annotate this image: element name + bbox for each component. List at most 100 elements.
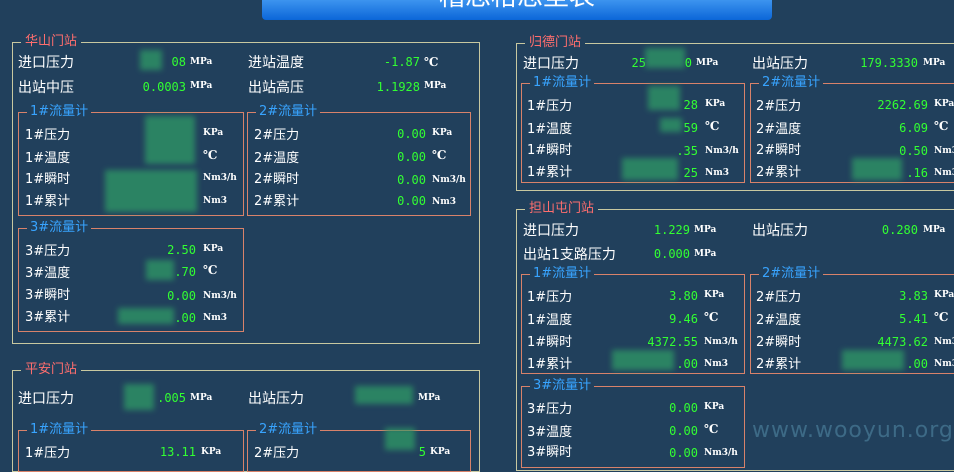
unit-total: Nm3 <box>203 196 228 206</box>
pressure-label: 3#压力 <box>527 402 573 417</box>
total-label: 1#累计 <box>25 194 71 209</box>
flow-value: 0.50 <box>899 144 928 158</box>
unit-flow: Nm3/h <box>705 146 739 156</box>
unit-flow: Nm3/h <box>934 337 954 347</box>
temp-value: 9.46 <box>669 312 698 326</box>
pressure-label: 1#压力 <box>527 290 573 305</box>
temp-label: 1#温度 <box>25 151 71 166</box>
temp-label: 1#温度 <box>527 122 573 137</box>
redacted-block <box>660 118 682 132</box>
flowmeter-title: 2#流量计 <box>759 266 824 282</box>
unit-mpa: MPa <box>190 393 213 403</box>
unit-celsius: ℃ <box>203 148 218 162</box>
flow-value: 0.00 <box>397 173 426 187</box>
inlet-pressure-label: 进口压力 <box>523 223 579 239</box>
pressure-label: 3#压力 <box>25 244 71 259</box>
unit-kpa: KPa <box>203 244 224 254</box>
inlet-temp-label: 进站温度 <box>248 55 304 71</box>
flow-label: 2#瞬时 <box>254 172 300 187</box>
pressure-value: 3.80 <box>669 289 698 303</box>
outlet-pressure-value: 179.3330 <box>860 56 918 70</box>
inlet-pressure-label: 进口压力 <box>18 391 74 407</box>
pressure-value: 3.83 <box>899 289 928 303</box>
temp-label: 2#温度 <box>756 122 802 137</box>
temp-label: 2#温度 <box>254 151 300 166</box>
unit-flow: Nm3/h <box>203 291 237 301</box>
flowmeter-title: 2#流量计 <box>759 75 824 91</box>
flow-value: 0.00 <box>167 289 196 303</box>
redacted-block <box>355 386 413 404</box>
total-label: 1#累计 <box>527 357 573 372</box>
unit-total: Nm3 <box>704 359 729 369</box>
branch-pressure-value: 0.000 <box>653 247 690 261</box>
pressure-value: 0.00 <box>669 401 698 415</box>
unit-mpa: MPa <box>694 249 717 259</box>
pressure-label: 2#压力 <box>756 290 802 305</box>
station-title: 平安门站 <box>21 362 82 378</box>
total-label: 2#累计 <box>756 165 802 180</box>
flowmeter-title: 3#流量计 <box>27 220 92 236</box>
total-label: 3#累计 <box>25 310 71 325</box>
unit-celsius: ℃ <box>934 119 949 133</box>
pressure-label: 2#压力 <box>254 128 300 143</box>
temp-label: 2#温度 <box>756 313 802 328</box>
unit-celsius: ℃ <box>704 422 719 436</box>
unit-celsius: ℃ <box>203 263 218 277</box>
unit-flow: Nm3/h <box>432 175 466 185</box>
redacted-block <box>648 86 680 110</box>
flow-value: .35 <box>676 144 698 158</box>
redacted-block <box>140 50 162 70</box>
flow-label: 3#瞬时 <box>25 288 71 303</box>
station-title: 归德门站 <box>525 35 586 51</box>
inlet-temp-value: -1.87 <box>383 55 420 69</box>
unit-kpa: KPa <box>430 447 451 457</box>
pressure-value: 2.50 <box>167 243 196 257</box>
outlet-high-value: 1.1928 <box>376 80 420 94</box>
unit-celsius: ℃ <box>934 310 949 324</box>
outlet-mid-label: 出站中压 <box>18 80 74 96</box>
station-title: 华山门站 <box>21 34 82 50</box>
redacted-block <box>622 158 678 180</box>
flowmeter-title: 2#流量计 <box>256 104 321 120</box>
flowmeter-title: 1#流量计 <box>530 266 595 282</box>
redacted-block <box>124 384 154 410</box>
redacted-block <box>645 48 685 68</box>
unit-total: Nm3 <box>934 359 954 369</box>
redacted-block <box>385 428 415 450</box>
pressure-value: 2262.69 <box>877 98 928 112</box>
unit-mpa: MPa <box>694 225 717 235</box>
unit-celsius: ℃ <box>424 55 439 69</box>
unit-total: Nm3 <box>203 313 228 323</box>
outlet-high-label: 出站高压 <box>248 80 304 96</box>
unit-mpa: MPa <box>190 81 213 91</box>
unit-kpa: KPa <box>203 128 224 138</box>
total-label: 2#累计 <box>756 357 802 372</box>
unit-kpa: KPa <box>704 290 725 300</box>
unit-total: Nm3 <box>934 168 954 178</box>
unit-mpa: MPa <box>424 81 447 91</box>
temp-label: 3#温度 <box>527 425 573 440</box>
unit-celsius: ℃ <box>432 148 447 162</box>
flow-value: 4372.55 <box>647 335 698 349</box>
unit-flow: Nm3/h <box>934 146 954 156</box>
total-value: 0.00 <box>397 194 426 208</box>
unit-mpa: MPa <box>696 58 719 68</box>
unit-flow: Nm3/h <box>203 173 237 183</box>
inlet-pressure-tail: 0 <box>684 56 692 70</box>
temp-label: 3#温度 <box>25 266 71 281</box>
branch-pressure-label: 出站1支路压力 <box>523 247 616 263</box>
unit-kpa: KPa <box>934 99 954 109</box>
page-title: 稽思格思坚表 <box>262 0 772 20</box>
total-label: 2#累计 <box>254 194 300 209</box>
outlet-pressure-label: 出站压力 <box>752 56 808 72</box>
flow-value: 0.00 <box>669 446 698 460</box>
flow-label: 1#瞬时 <box>527 143 573 158</box>
unit-kpa: KPa <box>201 447 222 457</box>
redacted-block <box>842 350 904 370</box>
unit-kpa: KPa <box>704 402 725 412</box>
unit-kpa: KPa <box>705 99 726 109</box>
pressure-value: 0.00 <box>397 127 426 141</box>
unit-mpa: MPa <box>418 393 441 403</box>
unit-kpa: KPa <box>432 128 453 138</box>
flow-label: 1#瞬时 <box>25 172 71 187</box>
